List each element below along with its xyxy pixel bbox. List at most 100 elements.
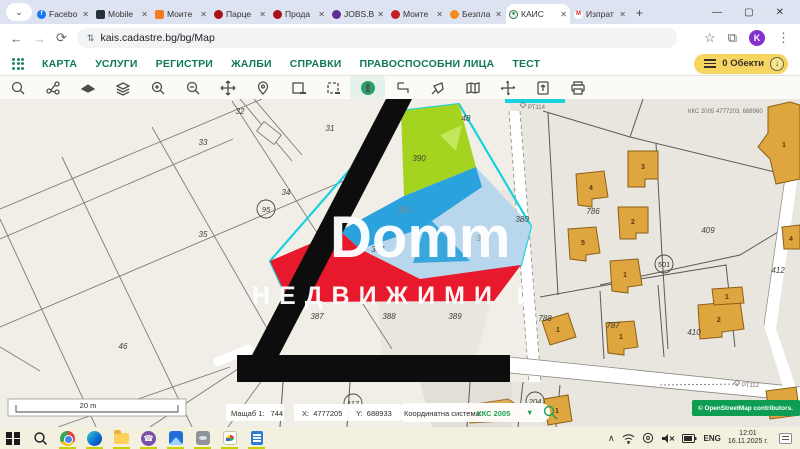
status-bar: Мащаб 1: 744 X: 4777205 Y: 688933 Коорди… [226, 403, 557, 422]
close-tab-icon[interactable]: ✕ [619, 10, 626, 19]
tab-kais-active[interactable]: ●КАИС✕ [506, 4, 570, 24]
moite2-favicon [391, 10, 400, 19]
gmail-favicon: M [574, 10, 583, 19]
browser-menu-icon[interactable]: ⋮ [777, 30, 790, 46]
objects-button[interactable]: 0 Обекти ↓ [694, 54, 788, 74]
volume-muted-icon[interactable] [661, 433, 675, 444]
taskbar-chrome-icon[interactable] [54, 427, 81, 449]
tab-moite-1[interactable]: Моите✕ [152, 4, 210, 24]
close-tab-icon[interactable]: ✕ [495, 10, 502, 19]
osm-attribution[interactable]: © OpenStreetMap contributors. [692, 400, 800, 416]
nav-karta[interactable]: КАРТА [42, 58, 77, 70]
taskbar-clock[interactable]: 12:01 16.11.2025 г. [728, 430, 768, 446]
extensions-icon[interactable]: ⧉ [728, 30, 737, 46]
close-tab-icon[interactable]: ✕ [141, 10, 148, 19]
forward-icon[interactable]: → [33, 31, 46, 46]
language-indicator[interactable]: ENG [704, 434, 721, 443]
tab-prodazhbi[interactable]: Прода✕ [270, 4, 328, 24]
pan-icon[interactable] [210, 76, 245, 99]
svg-text:4: 4 [589, 185, 593, 192]
cadastre-map[interactable]: 1 3 4 2 5 1 1 1 1 2 4 1 1 [0, 99, 800, 427]
taskbar-capture-icon[interactable] [189, 427, 216, 449]
info-icon[interactable]: i [350, 76, 385, 99]
hidden-icons-chevron[interactable]: ∧ [608, 433, 615, 444]
map-sheets-icon[interactable] [455, 76, 490, 99]
y-coordinate: 688933 [367, 409, 392, 418]
select-area-remove-icon[interactable] [315, 76, 350, 99]
select-area-add-icon[interactable] [280, 76, 315, 99]
bookmark-star-icon[interactable]: ☆ [704, 30, 716, 46]
tab-parceli[interactable]: Парце✕ [211, 4, 269, 24]
scale-bar: 20 m [8, 399, 186, 416]
layers-visibility-icon[interactable] [70, 76, 105, 99]
measure-icon[interactable] [385, 76, 420, 99]
taskbar-paint-icon[interactable] [216, 427, 243, 449]
nav-spravki[interactable]: СПРАВКИ [290, 58, 342, 70]
location-pin-icon[interactable] [245, 76, 280, 99]
nav-registri[interactable]: РЕГИСТРИ [156, 58, 213, 70]
svg-text:Координатна система:: Координатна система: [404, 409, 482, 418]
start-button[interactable] [0, 427, 27, 449]
close-tab-icon[interactable]: ✕ [318, 10, 325, 19]
svg-text:X: 4777205: X: 4777205 [302, 409, 342, 418]
tab-jobs[interactable]: JOBS.B✕ [329, 4, 387, 24]
close-tab-icon[interactable]: ✕ [200, 10, 207, 19]
coordinate-axes-icon[interactable] [490, 76, 525, 99]
site-settings-icon[interactable]: ⇅ [87, 33, 95, 44]
taskbar-viber-icon[interactable]: ☎ [135, 427, 162, 449]
taskbar-search-icon[interactable] [27, 427, 54, 449]
tab-moite-2[interactable]: Моите✕ [388, 4, 446, 24]
windows-taskbar: ☎ ∧ ENG 12:01 16.11.2025 г. [0, 427, 800, 449]
nav-test[interactable]: ТЕСТ [512, 58, 540, 70]
close-window-button[interactable]: ✕ [776, 7, 784, 18]
parceli-favicon [214, 10, 223, 19]
maximize-button[interactable]: ▢ [744, 7, 753, 18]
svg-text:ККС 2005 4777203, 688960: ККС 2005 4777203, 688960 [688, 109, 763, 115]
nav-zhalbi[interactable]: ЖАЛБИ [231, 58, 272, 70]
tab-facebook[interactable]: fFacebo✕ [34, 4, 92, 24]
svg-text:1: 1 [619, 334, 623, 341]
taskbar-edge-icon[interactable] [81, 427, 108, 449]
wifi-icon[interactable] [622, 433, 635, 444]
select-polygon-icon[interactable] [420, 76, 455, 99]
map-canvas[interactable]: 1 3 4 2 5 1 1 1 1 2 4 1 1 [0, 99, 800, 427]
taskbar-word-icon[interactable] [243, 427, 270, 449]
screen: ⌄ fFacebo✕ Mobile✕ Моите✕ Парце✕ Прода✕ … [0, 0, 800, 449]
close-tab-icon[interactable]: ✕ [377, 10, 384, 19]
url-text[interactable]: kais.cadastre.bg/bg/Map [100, 32, 214, 44]
objects-download-icon[interactable]: ↓ [770, 57, 784, 71]
route-icon[interactable] [35, 76, 70, 99]
print-icon[interactable] [560, 76, 595, 99]
onedrive-icon[interactable] [642, 432, 654, 444]
taskbar-explorer-icon[interactable] [108, 427, 135, 449]
notifications-icon[interactable] [779, 433, 792, 444]
zoom-in-icon[interactable] [140, 76, 175, 99]
tab-gmail[interactable]: MИзпрат✕ [571, 4, 629, 24]
taskbar-photos-icon[interactable] [162, 427, 189, 449]
tab-mobile[interactable]: Mobile✕ [93, 4, 151, 24]
close-tab-icon[interactable]: ✕ [259, 10, 266, 19]
close-tab-icon[interactable]: ✕ [560, 10, 567, 19]
nav-pravosposobni-lica[interactable]: ПРАВОСПОСОБНИ ЛИЦА [359, 58, 494, 70]
search-icon[interactable] [0, 76, 35, 99]
reload-icon[interactable]: ⟳ [56, 30, 67, 46]
layers-icon[interactable] [105, 76, 140, 99]
tab-bezplatni[interactable]: Безпла✕ [447, 4, 505, 24]
svg-text:3: 3 [641, 164, 645, 171]
prodazhbi-favicon [273, 10, 282, 19]
minimize-button[interactable]: — [712, 7, 722, 18]
profile-avatar[interactable]: K [749, 30, 765, 46]
close-tab-icon[interactable]: ✕ [436, 10, 443, 19]
zoom-out-icon[interactable] [175, 76, 210, 99]
export-document-icon[interactable] [525, 76, 560, 99]
apps-grid-icon[interactable] [12, 58, 24, 70]
nav-uslugi[interactable]: УСЛУГИ [95, 58, 137, 70]
svg-text:389: 389 [448, 312, 462, 321]
close-tab-icon[interactable]: ✕ [82, 10, 89, 19]
new-tab-button[interactable]: + [636, 6, 643, 20]
url-bar[interactable]: ⇅ kais.cadastre.bg/bg/Map [77, 28, 677, 48]
map-toolbar: i [0, 76, 800, 99]
back-icon[interactable]: ← [10, 31, 23, 46]
tab-search-chevron-icon[interactable]: ⌄ [6, 3, 32, 21]
battery-icon[interactable] [682, 434, 697, 443]
